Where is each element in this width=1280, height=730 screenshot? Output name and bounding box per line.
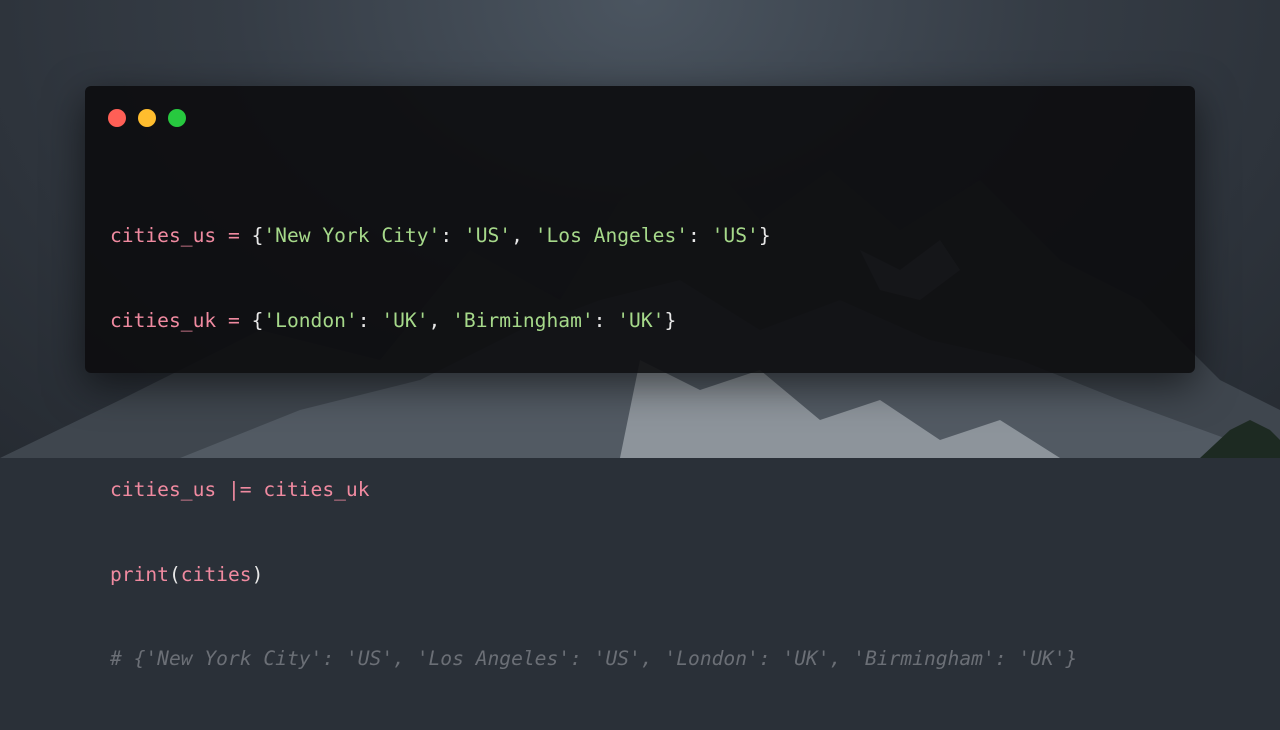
colon: :: [357, 309, 382, 332]
open-brace: {: [251, 224, 264, 248]
comma: ,: [511, 224, 535, 248]
code-block: cities_us = {'New York City': 'US', 'Los…: [110, 166, 1077, 730]
code-line-2: cities_uk = {'London': 'UK', 'Birmingham…: [110, 307, 1077, 335]
colon: :: [688, 224, 712, 248]
code-line-1: cities_us = {'New York City': 'US', 'Los…: [110, 222, 1077, 250]
dict-value: 'US': [711, 224, 759, 248]
code-line-3-blank: [110, 392, 1077, 420]
close-brace: }: [664, 309, 677, 332]
variable-name: cities_uk: [110, 309, 217, 332]
colon: :: [593, 309, 618, 332]
colon: :: [440, 224, 464, 248]
close-brace: }: [758, 224, 771, 248]
code-comment: # {'New York City': 'US', 'Los Angeles':…: [110, 647, 1078, 671]
dict-value: 'US': [463, 224, 512, 248]
assign-operator: =: [216, 309, 252, 332]
maximize-window-dot[interactable]: [168, 109, 186, 127]
code-line-5: print(cities): [110, 561, 1077, 589]
dict-value: 'UK': [617, 309, 665, 332]
dict-value: 'UK': [381, 309, 429, 332]
comma: ,: [428, 309, 453, 332]
update-operator: |=: [216, 478, 264, 502]
dict-key: 'Birmingham': [452, 309, 594, 332]
dict-key: 'New York City': [263, 224, 441, 248]
assign-operator: =: [216, 224, 252, 248]
function-argument: cities: [180, 562, 252, 586]
dict-key: 'London': [263, 309, 358, 332]
code-window: cities_us = {'New York City': 'US', 'Los…: [85, 86, 1195, 670]
close-window-dot[interactable]: [108, 109, 126, 127]
variable-name: cities_us: [110, 478, 217, 502]
window-controls: [108, 109, 186, 127]
close-paren: ): [251, 562, 264, 586]
dict-key: 'Los Angeles': [534, 224, 689, 248]
code-line-6: # {'New York City': 'US', 'Los Angeles':…: [110, 645, 1077, 673]
minimize-window-dot[interactable]: [138, 109, 156, 127]
function-name: print: [110, 562, 169, 586]
variable-name: cities_uk: [263, 478, 370, 502]
variable-name: cities_us: [110, 224, 217, 248]
code-line-4: cities_us |= cities_uk: [110, 476, 1077, 504]
open-paren: (: [168, 562, 181, 586]
open-brace: {: [251, 309, 264, 332]
